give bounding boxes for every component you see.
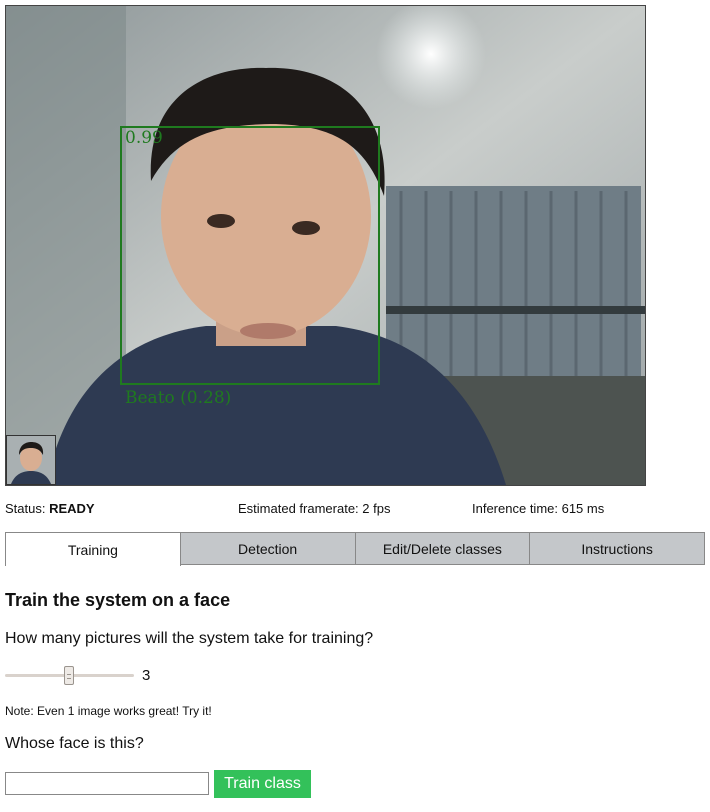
status-value: READY bbox=[49, 501, 95, 516]
picture-count-question: How many pictures will the system take f… bbox=[5, 630, 374, 647]
tab-detection[interactable]: Detection bbox=[180, 532, 356, 565]
tab-edit-delete-classes[interactable]: Edit/Delete classes bbox=[355, 532, 531, 565]
face-detection-box bbox=[120, 126, 380, 385]
face-name-question: Whose face is this? bbox=[5, 735, 144, 752]
status-label: Status: bbox=[5, 501, 46, 516]
tab-training[interactable]: Training bbox=[5, 532, 181, 566]
train-class-button[interactable]: Train class bbox=[214, 770, 311, 798]
section-heading: Train the system on a face bbox=[5, 590, 231, 610]
picture-count-value: 3 bbox=[142, 667, 151, 684]
tab-instructions[interactable]: Instructions bbox=[530, 532, 705, 565]
picture-count-slider-handle[interactable] bbox=[64, 666, 74, 685]
prediction-label: Beato (0.28) bbox=[125, 388, 232, 408]
inference-time-text: Inference time: 615 ms bbox=[472, 501, 605, 516]
framerate-text: Estimated framerate: 2 fps bbox=[238, 501, 391, 516]
class-name-input[interactable] bbox=[5, 772, 209, 795]
status-text: Status: READY bbox=[5, 501, 95, 516]
tab-bar: Training Detection Edit/Delete classes I… bbox=[5, 532, 705, 566]
training-thumbnail bbox=[6, 435, 56, 485]
training-note: Note: Even 1 image works great! Try it! bbox=[5, 704, 212, 718]
detection-confidence: 0.99 bbox=[125, 128, 163, 148]
